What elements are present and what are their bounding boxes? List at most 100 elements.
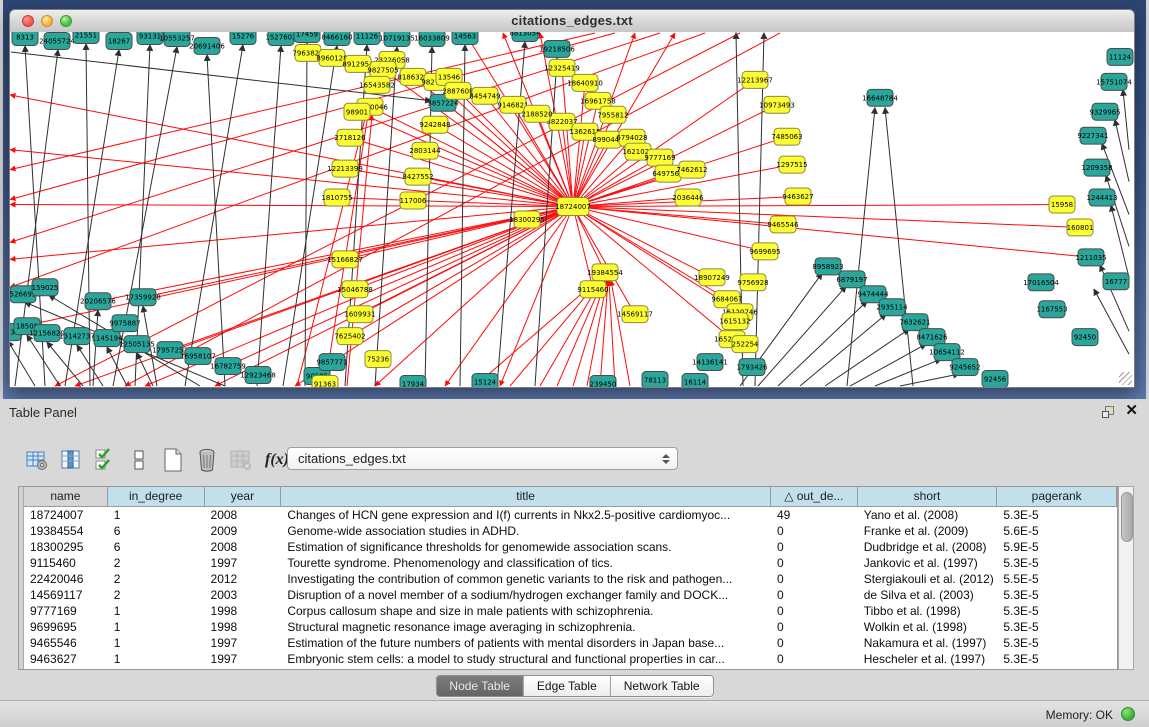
column-header-short[interactable]: short (858, 487, 998, 507)
graph-node-label: 7485063 (771, 133, 802, 141)
table-row[interactable]: 969969511998Structural magnetic resonanc… (24, 619, 1117, 635)
graph-node-label: 9227341 (1077, 132, 1108, 140)
table-cell-in_degree: 1 (108, 507, 205, 523)
graph-node-label: 78113 (644, 377, 666, 385)
table-cell-short: Hescheler et al. (1997) (858, 651, 998, 667)
table-cell-short: Dudbridge et al. (2008) (858, 539, 998, 555)
table-cell-year: 2008 (205, 507, 282, 523)
graph-node-label: 7632621 (899, 319, 930, 327)
graph-node-label: 7625402 (334, 333, 365, 341)
graph-node-label: 1527602 (265, 33, 296, 41)
window-titlebar[interactable]: citations_edges.txt (10, 10, 1134, 33)
table-panel: Table Panel ✕ (0, 399, 1149, 727)
new-table-icon[interactable] (158, 444, 188, 476)
table-cell-pagerank: 5.5E-5 (997, 571, 1117, 587)
table-row[interactable]: 946554611997Estimation of the future num… (24, 635, 1117, 651)
graph-node-label: 17359928 (125, 294, 161, 302)
column-visibility-icon[interactable] (56, 444, 86, 476)
table-row[interactable]: 977716911998Corpus callosum shape and si… (24, 603, 1117, 619)
attribute-table: namein_degreeyeartitle△ out_de...shortpa… (18, 486, 1118, 670)
table-settings-icon[interactable] (22, 444, 52, 476)
table-cell-out_degree: 0 (771, 603, 858, 619)
table-cell-pagerank: 5.3E-5 (997, 635, 1117, 651)
table-cell-in_degree: 2 (108, 555, 205, 571)
graph-node-label: 11124 (1109, 53, 1132, 61)
table-row[interactable]: 1872400712008Changes of HCN gene express… (24, 507, 1117, 523)
table-cell-year: 2012 (205, 571, 282, 587)
table-row[interactable]: 1938455462009Genome-wide association stu… (24, 523, 1117, 539)
graph-node-label: 12923468 (240, 372, 276, 380)
table-cell-year: 1998 (205, 603, 282, 619)
delete-table-icon[interactable] (192, 444, 222, 476)
graph-node-label: 15166827 (327, 256, 363, 264)
network-view-window: citations_edges.txt 83132405572421551182… (9, 9, 1135, 388)
graph-node-label: 7462612 (676, 166, 707, 174)
table-cell-title: Changes of HCN gene expression and I(f) … (281, 507, 771, 523)
graph-node-label: 18300295 (509, 216, 545, 224)
table-cell-name: 18300295 (24, 539, 108, 555)
table-cell-short: de Silva et al. (2003) (858, 587, 998, 603)
graph-edge (10, 150, 573, 207)
graph-edge (573, 205, 1062, 207)
table-cell-year: 2003 (205, 587, 282, 603)
graph-node-label: 12505135 (119, 341, 155, 349)
table-row[interactable]: 946362711997Embryonic stem cells: a mode… (24, 651, 1117, 667)
table-cell-title: Estimation of significance thresholds fo… (281, 539, 771, 555)
tab-node-table[interactable]: Node Table (436, 676, 523, 696)
graph-node-label: 16958107 (180, 353, 216, 361)
table-cell-short: Wolkin et al. (1998) (858, 619, 998, 635)
graph-node-label: 16961758 (580, 97, 616, 105)
network-desktop: citations_edges.txt 83132405572421551182… (3, 0, 1146, 399)
float-icon[interactable] (1101, 405, 1115, 419)
graph-node-label: 15751074 (1096, 78, 1132, 86)
column-header-in_degree[interactable]: in_degree (108, 487, 205, 507)
graph-node-label: 8454749 (469, 92, 500, 100)
table-cell-in_degree: 2 (108, 571, 205, 587)
window-resize-grip[interactable] (1119, 372, 1132, 385)
column-header-title[interactable]: title (281, 487, 771, 507)
tab-network-table[interactable]: Network Table (610, 676, 713, 696)
graph-edge (337, 198, 573, 207)
graph-edge (27, 335, 60, 386)
graph-node-label: 24055724 (39, 37, 75, 45)
graph-node-label: 12213967 (737, 76, 773, 84)
table-header: namein_degreeyeartitle△ out_de...shortpa… (24, 487, 1117, 507)
graph-node-label: 8471626 (916, 334, 947, 342)
graph-node-label: 15276 (232, 32, 254, 40)
graph-node-label: 16114 (684, 379, 707, 387)
scrollbar-thumb[interactable] (1121, 492, 1133, 542)
column-header-name[interactable]: name (24, 487, 108, 507)
table-panel-title: Table Panel (9, 405, 77, 420)
table-scrollbar[interactable] (1118, 486, 1134, 670)
table-cell-in_degree: 1 (108, 619, 205, 635)
graph-node-label: 1793426 (736, 364, 767, 372)
table-row[interactable]: 911546021997Tourette syndrome. Phenomeno… (24, 555, 1117, 571)
graph-node-label: 18907249 (694, 274, 730, 282)
graph-node-label: 2188520 (521, 110, 552, 118)
clear-selection-icon[interactable] (124, 444, 154, 476)
graph-node-label: 13142737 (59, 333, 95, 341)
table-cell-in_degree: 6 (108, 539, 205, 555)
network-graph[interactable]: 8313240557242155118267931311055325720691… (10, 32, 1134, 387)
select-all-icon[interactable] (90, 444, 120, 476)
graph-node-label: 1609931 (344, 311, 375, 319)
table-row[interactable]: 1830029562008Estimation of significance … (24, 539, 1117, 555)
tab-edge-table[interactable]: Edge Table (523, 676, 610, 696)
column-header-out_degree[interactable]: △ out_de... (771, 487, 858, 507)
graph-node-label: 16543582 (359, 81, 395, 89)
graph-node-label: 10654112 (929, 349, 965, 357)
table-select-value: citations_edges.txt (298, 451, 406, 466)
graph-edge (1123, 90, 1129, 150)
table-select-dropdown[interactable]: citations_edges.txt (287, 447, 678, 470)
close-icon[interactable]: ✕ (1125, 403, 1138, 419)
network-canvas[interactable]: 8313240557242155118267931311055325720691… (10, 32, 1134, 387)
column-header-pagerank[interactable]: pagerank (997, 487, 1117, 507)
graph-edge (850, 344, 926, 386)
table-cell-short: Franke et al. (2009) (858, 523, 998, 539)
table-cell-out_degree: 0 (771, 635, 858, 651)
table-row[interactable]: 1456911722003Disruption of a novel membe… (24, 587, 1117, 603)
import-table-icon[interactable] (226, 444, 256, 476)
table-cell-out_degree: 0 (771, 523, 858, 539)
column-header-year[interactable]: year (205, 487, 282, 507)
table-row[interactable]: 2242004622012Investigating the contribut… (24, 571, 1117, 587)
